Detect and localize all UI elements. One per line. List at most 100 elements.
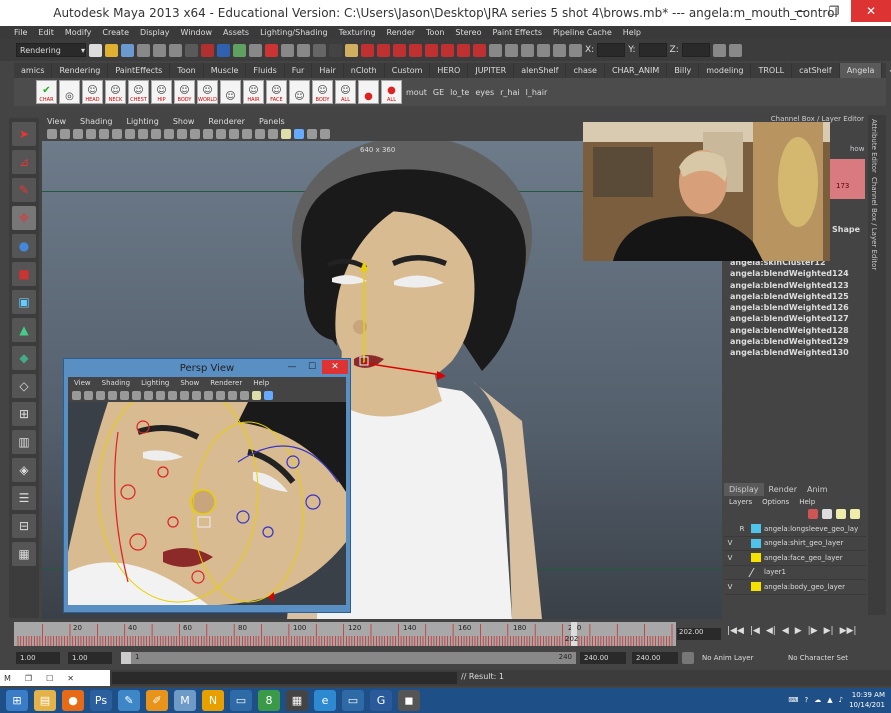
persp-menu-shading[interactable]: Shading — [102, 379, 130, 387]
minimize-button[interactable]: — — [783, 0, 817, 22]
persp-wireframe-icon[interactable] — [192, 390, 201, 400]
shelf-tab-troll[interactable]: TROLL — [751, 63, 793, 78]
shelf-button-world-7[interactable]: ☺ WORLD — [197, 80, 218, 104]
grid-icon[interactable] — [99, 129, 109, 139]
shelf-button-hip-5[interactable]: ☺ HIP — [151, 80, 172, 104]
shelf-text-button-eyes[interactable]: eyes — [473, 88, 496, 97]
persp-maximize-button[interactable]: ☐ — [302, 360, 322, 374]
channel-input-item[interactable]: angela:blendWeighted130 — [730, 348, 866, 359]
persp-field-chart-icon[interactable] — [168, 390, 177, 400]
shelf-button-icon-8[interactable]: ☺ — [220, 80, 241, 104]
shelf-tab-custom[interactable]: Custom — [385, 63, 431, 78]
persp-gate-mask-icon[interactable] — [156, 390, 165, 400]
help-icon[interactable] — [313, 43, 326, 57]
layer-color-swatch[interactable] — [751, 538, 761, 548]
persp-menu-view[interactable]: View — [74, 379, 91, 387]
vp-menu-renderer[interactable]: Renderer — [208, 117, 245, 126]
persp-grid-icon[interactable] — [120, 390, 129, 400]
cloud-icon[interactable]: ☁ — [814, 696, 821, 704]
curve-mask-icon[interactable] — [217, 43, 230, 57]
shelf-text-button-r-hai[interactable]: r_hai — [498, 88, 521, 97]
shelf-tab-billy[interactable]: Billy — [667, 63, 700, 78]
volume-icon[interactable]: ♪ — [839, 696, 843, 704]
visibility-toggle[interactable]: V — [724, 583, 736, 591]
shelf-button-all-13[interactable]: ☺ ALL — [335, 80, 356, 104]
channel-input-item[interactable]: angela:blendWeighted129 — [730, 337, 866, 348]
toggle-panel-icon[interactable] — [712, 43, 726, 57]
layer-color-swatch[interactable] — [751, 582, 761, 592]
snap-plane-icon[interactable] — [409, 43, 422, 57]
anim-prefs-icon[interactable] — [682, 652, 694, 664]
menu-stereo[interactable]: Stereo — [455, 28, 481, 37]
vp-menu-view[interactable]: View — [47, 117, 66, 126]
persp-viewport[interactable] — [68, 402, 346, 605]
image-plane-icon[interactable] — [86, 129, 96, 139]
file-explorer-icon[interactable]: ▤ — [34, 690, 56, 711]
range-slider[interactable]: 1 240 — [121, 652, 576, 664]
deform-mask-icon[interactable] — [249, 43, 262, 57]
paint-icon[interactable]: ✎ — [118, 690, 140, 711]
universal-manip-icon[interactable]: ▣ — [12, 290, 36, 314]
step-back-key-icon[interactable]: |◀ — [750, 626, 760, 636]
x-field[interactable] — [597, 43, 626, 57]
menu-create[interactable]: Create — [102, 28, 129, 37]
select-component-icon[interactable] — [169, 43, 182, 57]
range-start-knob[interactable] — [121, 652, 131, 664]
monitor2-icon[interactable]: ▭ — [342, 690, 364, 711]
layer-color-swatch[interactable] — [748, 567, 764, 577]
persp-view-window[interactable]: Persp View — ☐ ✕ View Shading Lighting S… — [63, 358, 351, 613]
shelf-tab-ncloth[interactable]: nCloth — [344, 63, 385, 78]
channel-input-item[interactable]: angela:blendWeighted125 — [730, 292, 866, 303]
shelf-text-button-mout[interactable]: mout — [404, 88, 429, 97]
render-mask-icon[interactable] — [281, 43, 294, 57]
tab-render[interactable]: Render — [764, 483, 802, 496]
monitor-icon[interactable]: ▭ — [230, 690, 252, 711]
maya-taskbar-icon[interactable]: M — [174, 690, 196, 711]
reference-toggle[interactable]: R — [736, 525, 748, 533]
wireframe-icon[interactable] — [190, 129, 200, 139]
restore-button[interactable]: ❐ — [817, 0, 851, 22]
tab-display[interactable]: Display — [724, 483, 764, 496]
layer-row[interactable]: Rangela:longsleeve_geo_lay — [724, 522, 866, 537]
safe-action-icon[interactable] — [164, 129, 174, 139]
persp-menu-show[interactable]: Show — [180, 379, 199, 387]
menu-window[interactable]: Window — [181, 28, 213, 37]
shelf-tab-alenshelf[interactable]: alenShelf — [514, 63, 567, 78]
bookmark-icon[interactable] — [73, 129, 83, 139]
select-object-icon[interactable] — [153, 43, 166, 57]
cinema-icon[interactable]: 8 — [258, 690, 280, 711]
menu-lighting-shading[interactable]: Lighting/Shading — [260, 28, 328, 37]
move-tool-icon[interactable]: ✥ — [12, 206, 36, 230]
ambient-occlusion-icon[interactable] — [294, 129, 304, 139]
menu-help[interactable]: Help — [623, 28, 641, 37]
tab-anim[interactable]: Anim — [802, 483, 833, 496]
go-to-start-icon[interactable]: |◀◀ — [727, 626, 744, 636]
persp-image-plane-icon[interactable] — [108, 390, 117, 400]
shelf-tab-toon[interactable]: Toon — [170, 63, 204, 78]
save-scene-icon[interactable] — [121, 43, 134, 57]
shelf-scroll-icon[interactable]: ◀▶ — [882, 63, 891, 78]
minimized-maya-window[interactable]: M ❐ ☐ ✕ — [0, 670, 110, 686]
misc-mask-icon[interactable] — [297, 43, 310, 57]
z-field[interactable] — [681, 43, 710, 57]
animation-start-field[interactable]: 1.00 — [16, 652, 60, 664]
illustrator-icon[interactable]: ✐ — [146, 690, 168, 711]
history-icon[interactable] — [441, 43, 454, 57]
maximize-small-icon[interactable]: ☐ — [46, 674, 53, 683]
select-hierarchy-icon[interactable] — [137, 43, 150, 57]
layer-row[interactable]: Vangela:body_geo_layer — [724, 580, 866, 595]
layout-outliner-icon[interactable]: ☰ — [12, 486, 36, 510]
resolution-gate-icon[interactable] — [125, 129, 135, 139]
y-field[interactable] — [638, 43, 667, 57]
anim-layer-dropdown[interactable]: No Anim Layer — [698, 652, 768, 664]
xray-joints-icon[interactable] — [242, 129, 252, 139]
menu-assets[interactable]: Assets — [223, 28, 249, 37]
rotate-tool-icon[interactable]: ● — [12, 234, 36, 258]
layer-color-swatch[interactable] — [751, 524, 761, 534]
persp-menu-lighting[interactable]: Lighting — [141, 379, 169, 387]
shelf-tab-fluids[interactable]: Fluids — [246, 63, 285, 78]
menu-display[interactable]: Display — [140, 28, 170, 37]
hud-icon[interactable] — [320, 129, 330, 139]
ie-icon[interactable]: e — [314, 690, 336, 711]
persp-xray-icon[interactable] — [216, 390, 225, 400]
